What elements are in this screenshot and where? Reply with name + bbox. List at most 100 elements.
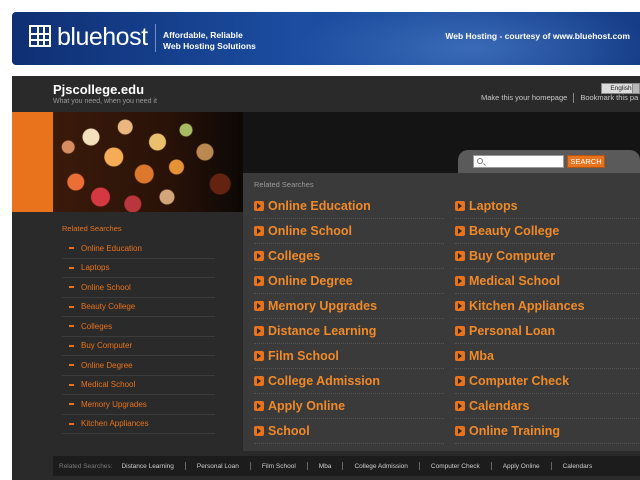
footer-related-searches: Related Searches: Distance Learning Pers… bbox=[53, 456, 640, 476]
related-link-label[interactable]: Calendars bbox=[469, 399, 529, 413]
related-link-label[interactable]: Computer Check bbox=[469, 374, 569, 388]
sidebar-item[interactable]: Colleges bbox=[62, 317, 215, 337]
footer-link[interactable]: Mba bbox=[319, 463, 332, 470]
sidebar-item[interactable]: Memory Upgrades bbox=[62, 395, 215, 415]
footer-separator bbox=[306, 462, 308, 470]
search-button[interactable]: SEARCH bbox=[567, 155, 605, 168]
dash-icon bbox=[69, 247, 74, 250]
dash-icon bbox=[69, 344, 74, 347]
related-link-label[interactable]: Apply Online bbox=[268, 399, 345, 413]
related-link-label[interactable]: College Admission bbox=[268, 374, 380, 388]
related-link-label[interactable]: Online Training bbox=[469, 424, 560, 438]
sidebar-item-label[interactable]: Beauty College bbox=[81, 302, 135, 311]
make-homepage-link[interactable]: Make this your homepage bbox=[481, 93, 567, 102]
related-link-label[interactable]: Colleges bbox=[268, 249, 320, 263]
dash-icon bbox=[69, 383, 74, 386]
footer-link[interactable]: Personal Loan bbox=[197, 463, 239, 470]
related-link-label[interactable]: Online Education bbox=[268, 199, 371, 213]
related-link[interactable]: Online School bbox=[254, 219, 444, 244]
related-link[interactable]: Medical School bbox=[455, 269, 640, 294]
site-title[interactable]: Pjscollege.edu bbox=[53, 82, 144, 97]
bluehost-logo[interactable]: bluehost bbox=[57, 23, 148, 52]
related-link[interactable]: Calendars bbox=[455, 394, 640, 419]
dash-icon bbox=[69, 403, 74, 406]
search-box[interactable] bbox=[473, 155, 564, 168]
sidebar-item-label[interactable]: Laptops bbox=[81, 263, 109, 272]
sidebar-item-label[interactable]: Colleges bbox=[81, 322, 112, 331]
related-link[interactable]: Laptops bbox=[455, 194, 640, 219]
footer-link[interactable]: Film School bbox=[262, 463, 296, 470]
related-link-label[interactable]: Film School bbox=[268, 349, 339, 363]
related-link[interactable]: Kitchen Appliances bbox=[455, 294, 640, 319]
related-link-label[interactable]: Memory Upgrades bbox=[268, 299, 377, 313]
footer-link[interactable]: Apply Online bbox=[503, 463, 540, 470]
dash-icon bbox=[69, 422, 74, 425]
sidebar-item-label[interactable]: Medical School bbox=[81, 380, 135, 389]
top-links-separator bbox=[573, 93, 575, 104]
sidebar-item[interactable]: Online Degree bbox=[62, 356, 215, 376]
related-link[interactable]: Online Education bbox=[254, 194, 444, 219]
banner-courtesy-link[interactable]: Web Hosting - courtesy of www.bluehost.c… bbox=[445, 31, 630, 41]
related-link-label[interactable]: Online School bbox=[268, 224, 352, 238]
sidebar-item[interactable]: Laptops bbox=[62, 259, 215, 278]
bookmark-link[interactable]: Bookmark this pa bbox=[580, 93, 638, 102]
sidebar-item-label[interactable]: Online Education bbox=[81, 244, 142, 253]
related-link-label[interactable]: Mba bbox=[469, 349, 494, 363]
related-link[interactable]: Online Training bbox=[455, 419, 640, 444]
footer-link[interactable]: Computer Check bbox=[431, 463, 480, 470]
related-link-label[interactable]: Kitchen Appliances bbox=[469, 299, 585, 313]
related-link[interactable]: Colleges bbox=[254, 244, 444, 269]
related-link[interactable]: Personal Loan bbox=[455, 319, 640, 344]
related-link[interactable]: Buy Computer bbox=[455, 244, 640, 269]
sidebar-item-label[interactable]: Kitchen Appliances bbox=[81, 419, 149, 428]
footer-label: Related Searches: bbox=[59, 462, 113, 470]
related-link[interactable]: College Admission bbox=[254, 369, 444, 394]
footer-link[interactable]: College Admission bbox=[354, 463, 407, 470]
banner-tagline-line1: Affordable, Reliable bbox=[163, 30, 243, 40]
banner-tagline: Affordable, Reliable Web Hosting Solutio… bbox=[163, 30, 256, 52]
related-link[interactable]: Memory Upgrades bbox=[254, 294, 444, 319]
related-link-label[interactable]: Beauty College bbox=[469, 224, 559, 238]
sidebar-item[interactable]: Buy Computer bbox=[62, 337, 215, 356]
related-link-label[interactable]: Medical School bbox=[469, 274, 560, 288]
related-link[interactable]: Apply Online bbox=[254, 394, 444, 419]
arrow-right-icon bbox=[455, 226, 465, 236]
related-link[interactable]: School bbox=[254, 419, 444, 444]
related-searches-left-column: Online Education Online School Colleges … bbox=[254, 194, 444, 444]
arrow-right-icon bbox=[455, 276, 465, 286]
sidebar-item[interactable]: Online Education bbox=[62, 239, 215, 259]
footer-link[interactable]: Calendars bbox=[563, 463, 593, 470]
sidebar-item[interactable]: Kitchen Appliances bbox=[62, 415, 215, 434]
related-link[interactable]: Beauty College bbox=[455, 219, 640, 244]
related-link-label[interactable]: School bbox=[268, 424, 310, 438]
related-link-label[interactable]: Laptops bbox=[469, 199, 518, 213]
sidebar-item-label[interactable]: Online Degree bbox=[81, 361, 133, 370]
sidebar-item[interactable]: Medical School bbox=[62, 376, 215, 395]
hero-bokeh-image bbox=[53, 112, 243, 212]
sidebar-item[interactable]: Online School bbox=[62, 278, 215, 298]
footer-separator bbox=[490, 462, 492, 470]
related-link[interactable]: Mba bbox=[455, 344, 640, 369]
arrow-right-icon bbox=[254, 401, 264, 411]
related-link[interactable]: Distance Learning bbox=[254, 319, 444, 344]
related-link[interactable]: Film School bbox=[254, 344, 444, 369]
sidebar-item[interactable]: Beauty College bbox=[62, 298, 215, 317]
related-link-label[interactable]: Personal Loan bbox=[469, 324, 555, 338]
arrow-right-icon bbox=[254, 301, 264, 311]
footer-link[interactable]: Distance Learning bbox=[121, 463, 173, 470]
related-link-label[interactable]: Online Degree bbox=[268, 274, 353, 288]
related-link-label[interactable]: Distance Learning bbox=[268, 324, 376, 338]
related-link[interactable]: Computer Check bbox=[455, 369, 640, 394]
related-searches-heading: Related Searches bbox=[254, 180, 314, 189]
search-input[interactable] bbox=[486, 156, 562, 167]
related-link-label[interactable]: Buy Computer bbox=[469, 249, 555, 263]
sidebar-item-label[interactable]: Buy Computer bbox=[81, 341, 132, 350]
sidebar-item-label[interactable]: Online School bbox=[81, 283, 131, 292]
related-link[interactable]: Online Degree bbox=[254, 269, 444, 294]
footer-separator bbox=[342, 462, 344, 470]
bluehost-banner[interactable]: bluehost Affordable, Reliable Web Hostin… bbox=[12, 12, 640, 65]
sidebar-item-label[interactable]: Memory Upgrades bbox=[81, 400, 147, 409]
bluehost-grid-icon bbox=[29, 25, 51, 47]
arrow-right-icon bbox=[254, 201, 264, 211]
arrow-right-icon bbox=[455, 426, 465, 436]
